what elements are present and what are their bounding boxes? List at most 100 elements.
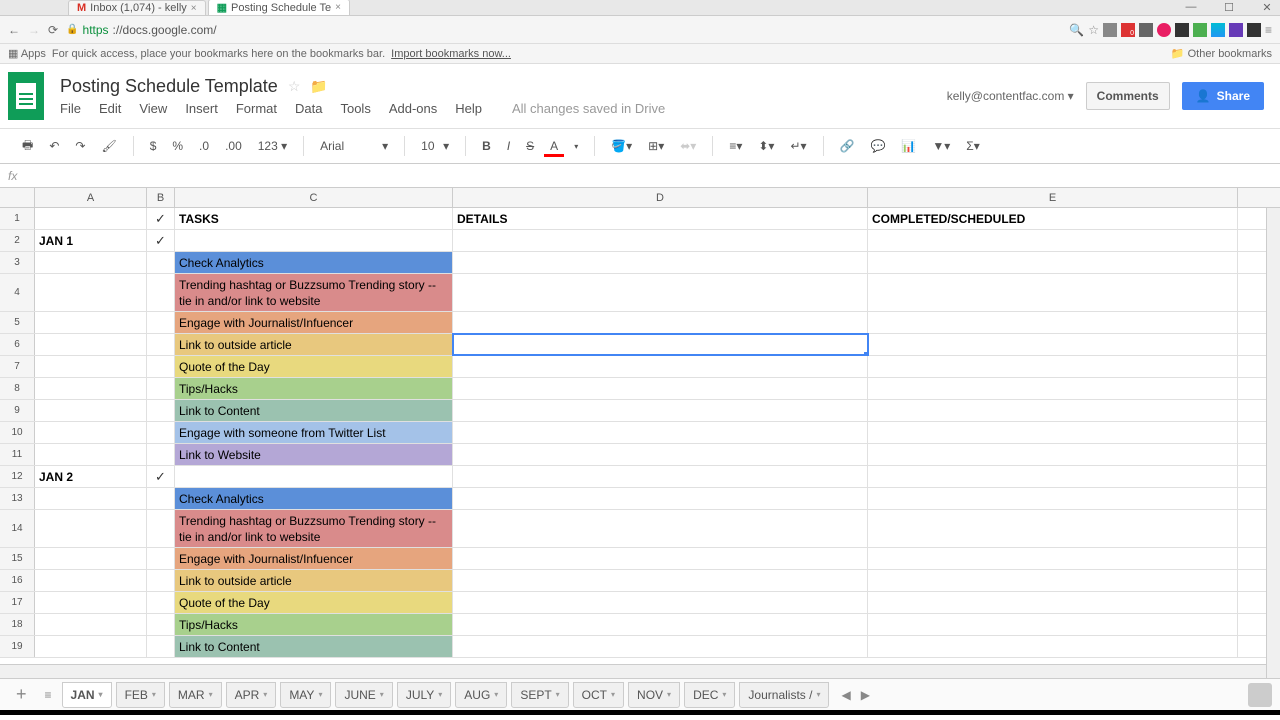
redo-button[interactable]: ↷ — [69, 135, 91, 157]
menu-file[interactable]: File — [60, 101, 81, 116]
cell[interactable] — [35, 252, 147, 273]
row-header[interactable]: 4 — [0, 274, 35, 311]
cell[interactable]: COMPLETED/SCHEDULED — [868, 208, 1238, 229]
cell[interactable] — [147, 570, 175, 591]
row-header[interactable]: 7 — [0, 356, 35, 377]
menu-icon[interactable]: ≡ — [1265, 23, 1272, 37]
row-header[interactable]: 16 — [0, 570, 35, 591]
close-icon[interactable]: × — [191, 3, 197, 14]
cell[interactable] — [175, 466, 453, 487]
explore-button[interactable] — [1248, 683, 1272, 707]
font-size-select[interactable]: 10▾ — [415, 137, 455, 155]
filter-button[interactable]: ▼▾ — [926, 135, 956, 157]
sheet-tab-sept[interactable]: SEPT▾ — [511, 682, 568, 708]
minimize-button[interactable]: — — [1182, 0, 1200, 14]
cell[interactable] — [35, 312, 147, 333]
cell[interactable]: ✓ — [147, 230, 175, 251]
share-button[interactable]: 👤 Share — [1182, 82, 1264, 110]
cell[interactable] — [868, 230, 1238, 251]
cell[interactable]: Engage with Journalist/Infuencer — [175, 548, 453, 569]
cell[interactable] — [147, 312, 175, 333]
cell[interactable]: Link to Website — [175, 444, 453, 465]
browser-tab-sheets[interactable]: ▦ Posting Schedule Te × — [208, 0, 350, 15]
menu-addons[interactable]: Add-ons — [389, 101, 437, 116]
cell[interactable] — [147, 378, 175, 399]
undo-button[interactable]: ↶ — [43, 135, 65, 157]
menu-format[interactable]: Format — [236, 101, 277, 116]
wrap-button[interactable]: ↵▾ — [784, 135, 812, 157]
cell[interactable] — [35, 400, 147, 421]
cell[interactable] — [453, 378, 868, 399]
vertical-scrollbar[interactable] — [1266, 208, 1280, 678]
ext-icon-6[interactable] — [1193, 23, 1207, 37]
cell[interactable] — [175, 230, 453, 251]
cell[interactable] — [35, 488, 147, 509]
column-header-d[interactable]: D — [453, 188, 868, 207]
halign-button[interactable]: ≡▾ — [723, 135, 748, 157]
percent-button[interactable]: % — [166, 135, 189, 157]
borders-button[interactable]: ⊞▾ — [642, 135, 670, 157]
cell[interactable] — [35, 356, 147, 377]
ext-icon-9[interactable] — [1247, 23, 1261, 37]
cell[interactable] — [35, 614, 147, 635]
sheet-tab-july[interactable]: JULY▾ — [397, 682, 451, 708]
close-window-button[interactable]: ✕ — [1258, 0, 1276, 14]
sheet-tab-feb[interactable]: FEB▾ — [116, 682, 165, 708]
cell[interactable] — [35, 334, 147, 355]
comment-button[interactable]: 💬 — [864, 135, 891, 157]
valign-button[interactable]: ⬍▾ — [752, 135, 780, 157]
select-all-corner[interactable] — [0, 188, 35, 207]
cell[interactable] — [147, 614, 175, 635]
cell[interactable] — [35, 510, 147, 547]
print-button[interactable]: 🖶 — [16, 132, 39, 161]
text-color-button[interactable]: A — [544, 135, 564, 157]
reload-button[interactable]: ⟳ — [48, 23, 58, 37]
row-header[interactable]: 19 — [0, 636, 35, 657]
star-icon[interactable]: ☆ — [1088, 23, 1099, 37]
cell[interactable] — [453, 636, 868, 657]
row-header[interactable]: 15 — [0, 548, 35, 569]
formula-bar[interactable]: fx — [0, 164, 1280, 188]
cell[interactable] — [453, 274, 868, 311]
cell[interactable] — [453, 312, 868, 333]
menu-tools[interactable]: Tools — [340, 101, 370, 116]
sheet-tab-nov[interactable]: NOV▾ — [628, 682, 680, 708]
ext-icon-4[interactable] — [1157, 23, 1171, 37]
cell[interactable]: Trending hashtag or Buzzsumo Trending st… — [175, 510, 453, 547]
sheet-tab-journalists[interactable]: Journalists /▾ — [739, 682, 829, 708]
cell[interactable] — [868, 400, 1238, 421]
cell[interactable] — [868, 510, 1238, 547]
ext-icon-8[interactable] — [1229, 23, 1243, 37]
cell[interactable] — [868, 636, 1238, 657]
column-header-c[interactable]: C — [175, 188, 453, 207]
cell[interactable]: Quote of the Day — [175, 356, 453, 377]
cell[interactable] — [147, 636, 175, 657]
row-header[interactable]: 6 — [0, 334, 35, 355]
menu-data[interactable]: Data — [295, 101, 322, 116]
menu-edit[interactable]: Edit — [99, 101, 121, 116]
ext-icon-2[interactable]: 0 — [1121, 23, 1135, 37]
search-icon[interactable]: 🔍 — [1069, 23, 1084, 37]
row-header[interactable]: 8 — [0, 378, 35, 399]
bold-button[interactable]: B — [476, 135, 497, 157]
cell[interactable]: Engage with someone from Twitter List — [175, 422, 453, 443]
functions-button[interactable]: Σ▾ — [960, 135, 985, 157]
cell[interactable]: Trending hashtag or Buzzsumo Trending st… — [175, 274, 453, 311]
star-icon[interactable]: ☆ — [288, 78, 301, 95]
cell[interactable]: Check Analytics — [175, 488, 453, 509]
row-header[interactable]: 17 — [0, 592, 35, 613]
cell[interactable] — [147, 510, 175, 547]
cell[interactable] — [147, 334, 175, 355]
cell[interactable] — [147, 422, 175, 443]
menu-view[interactable]: View — [139, 101, 167, 116]
cell[interactable] — [868, 312, 1238, 333]
cells-grid[interactable]: 1✓TASKSDETAILSCOMPLETED/SCHEDULED2JAN 1✓… — [0, 208, 1280, 663]
sheet-tab-oct[interactable]: OCT▾ — [573, 682, 624, 708]
cell[interactable] — [453, 488, 868, 509]
cell[interactable] — [868, 444, 1238, 465]
cell[interactable] — [868, 334, 1238, 355]
sheets-logo[interactable] — [8, 72, 44, 120]
row-header[interactable]: 1 — [0, 208, 35, 229]
sheet-tab-may[interactable]: MAY▾ — [280, 682, 331, 708]
row-header[interactable]: 10 — [0, 422, 35, 443]
